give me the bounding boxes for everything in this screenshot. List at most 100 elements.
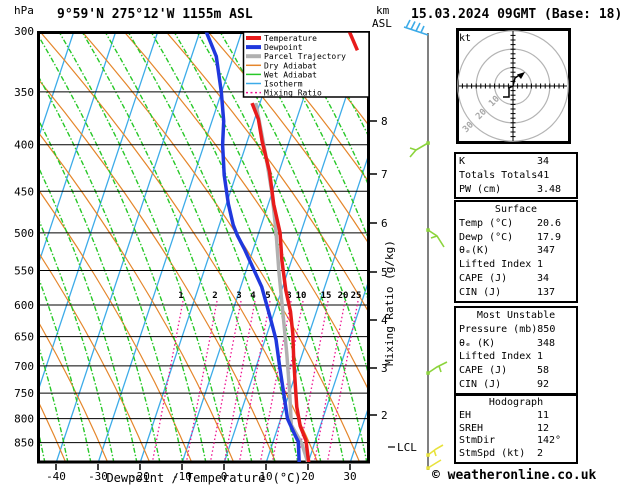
copyright-footer: © weatheronline.co.uk xyxy=(432,468,597,483)
temp-tick-label: -40 xyxy=(46,470,66,483)
mixing-ratio-line xyxy=(223,300,256,462)
mixing-ratio-tick-label: 15 xyxy=(321,291,332,301)
table-hodograph: Hodograph EH 11 SREH 12 StmDir 142° StmSpd (kt)… xyxy=(454,394,578,464)
mixing-ratio-axis-caption: Mixing Ratio (g/kg) xyxy=(383,240,396,366)
row-label: Temp (°C) xyxy=(459,217,514,229)
table-row: Temp (°C) 20.6 xyxy=(459,217,573,231)
legend-item-label: Mixing Ratio xyxy=(264,89,322,98)
mixing-ratio-line xyxy=(238,300,271,462)
row-label: θₑ (K) xyxy=(459,337,496,349)
table-row: Totals Totals 41 xyxy=(459,169,573,183)
wind-barb xyxy=(409,142,429,158)
table-row: Pressure (mb) 850 xyxy=(459,323,573,337)
table-row: SREH 12 xyxy=(459,423,573,436)
asl-unit-label: ASL xyxy=(372,17,392,30)
row-label: EH xyxy=(459,409,472,421)
table-row: CAPE (J) 34 xyxy=(459,272,573,286)
legend-item-label: Wet Adiabat xyxy=(264,70,317,79)
row-label: Totals Totals xyxy=(459,169,538,181)
legend-item-label: Parcel Trajectory xyxy=(264,52,346,61)
wind-barb-dot xyxy=(426,453,430,457)
row-label: Lifted Index xyxy=(459,259,532,271)
hodograph-unit-label: kt xyxy=(459,33,471,44)
table-title: Most Unstable xyxy=(476,310,556,321)
mixing-ratio-tick-label: 20 xyxy=(338,291,349,301)
row-label: StmDir xyxy=(459,435,496,447)
wind-barb xyxy=(427,361,448,374)
row-value: 58 xyxy=(537,365,550,377)
table-row: θₑ(K) 347 xyxy=(459,244,573,258)
table-row: EH 11 xyxy=(459,410,573,423)
temp-tick-label: -30 xyxy=(88,470,108,483)
pressure-tick-label: 350 xyxy=(14,86,34,99)
wet-adiabat-line xyxy=(38,343,69,462)
legend-item-label: Dewpoint xyxy=(264,43,303,52)
mixing-ratio-line xyxy=(185,300,218,462)
table-row: K 34 xyxy=(459,155,573,169)
row-label: Lifted Index xyxy=(459,351,532,363)
row-label: θₑ(K) xyxy=(459,245,490,257)
pressure-tick-label: 400 xyxy=(14,139,34,152)
row-label: CIN (J) xyxy=(459,378,502,390)
table-row: StmSpd (kt) 2 xyxy=(459,448,573,461)
table-row: Lifted Index 1 xyxy=(459,258,573,272)
lcl-label: LCL xyxy=(397,441,417,454)
row-value: 92 xyxy=(537,378,550,390)
row-label: CAPE (J) xyxy=(459,272,508,284)
mixing-ratio-tick-label: 1 xyxy=(178,291,183,301)
pressure-unit-label: hPa xyxy=(14,4,34,17)
km-tick-label: 2 xyxy=(381,409,388,422)
temp-tick-label: 20 xyxy=(301,470,314,483)
row-value: 34 xyxy=(537,272,550,284)
table-title: Hodograph xyxy=(488,397,544,408)
mixing-ratio-line xyxy=(313,300,346,462)
wind-barb-dot xyxy=(426,371,430,375)
pressure-tick-label: 850 xyxy=(14,437,34,450)
table-surface: Surface Temp (°C) 20.6 Dewp (°C) 17.9 θₑ(K) 34… xyxy=(454,200,578,303)
row-value: 348 xyxy=(537,337,556,349)
datetime-title: 15.03.2024 09GMT (Base: 18) xyxy=(411,7,622,22)
pressure-tick-label: 500 xyxy=(14,227,34,240)
row-label: CAPE (J) xyxy=(459,365,508,377)
pressure-tick-label: 750 xyxy=(14,387,34,400)
mixing-ratio-line xyxy=(151,300,184,462)
row-value: 20.6 xyxy=(537,217,562,229)
wind-barb xyxy=(403,19,429,36)
table-row: θₑ (K) 348 xyxy=(459,337,573,351)
row-value: 12 xyxy=(537,422,550,434)
mixing-ratio-line xyxy=(209,300,242,462)
row-label: PW (cm) xyxy=(459,183,502,195)
table-title: Surface xyxy=(494,204,538,215)
row-value: 17.9 xyxy=(537,231,562,243)
wind-barb-column xyxy=(403,19,448,470)
mixing-ratio-tick-label: 10 xyxy=(296,291,307,301)
pressure-tick-label: 300 xyxy=(14,25,34,38)
row-value: 3.48 xyxy=(537,183,562,195)
dry-adiabat-line xyxy=(38,131,235,462)
row-value: 41 xyxy=(537,169,550,181)
wind-barb-dot xyxy=(426,466,430,470)
table-row: StmDir 142° xyxy=(459,435,573,448)
table-row: CAPE (J) 58 xyxy=(459,364,573,378)
table-row: Lifted Index 1 xyxy=(459,350,573,364)
table-indices: K 34 Totals Totals 41 PW (cm) 3.48 xyxy=(454,152,578,200)
row-label: Dewp (°C) xyxy=(459,231,514,243)
table-row: Dewp (°C) 17.9 xyxy=(459,231,573,245)
table-row: CIN (J) 137 xyxy=(459,286,573,300)
row-label: CIN (J) xyxy=(459,286,502,298)
row-value: 2 xyxy=(537,448,544,460)
chart-legend: TemperatureDewpointParcel TrajectoryDry … xyxy=(242,31,370,98)
table-row: CIN (J) 92 xyxy=(459,378,573,392)
wind-barb xyxy=(427,459,442,469)
legend-item-label: Temperature xyxy=(264,34,317,43)
skewt-sounding-page: hPa 9°59'N 275°12'W 1155m ASL km ASL 15.… xyxy=(0,0,629,486)
row-label: K xyxy=(459,156,466,167)
legend-item-label: Isotherm xyxy=(264,80,303,89)
parcel-trajectory-curve xyxy=(254,102,310,462)
row-value: 137 xyxy=(537,286,556,298)
mixing-ratio-tick-label: 2 xyxy=(212,291,217,301)
table-row: PW (cm) 3.48 xyxy=(459,183,573,197)
wet-adiabat-line xyxy=(81,32,253,462)
pressure-tick-label: 650 xyxy=(14,331,34,344)
mixing-ratio-tick-label: 3 xyxy=(236,291,241,301)
